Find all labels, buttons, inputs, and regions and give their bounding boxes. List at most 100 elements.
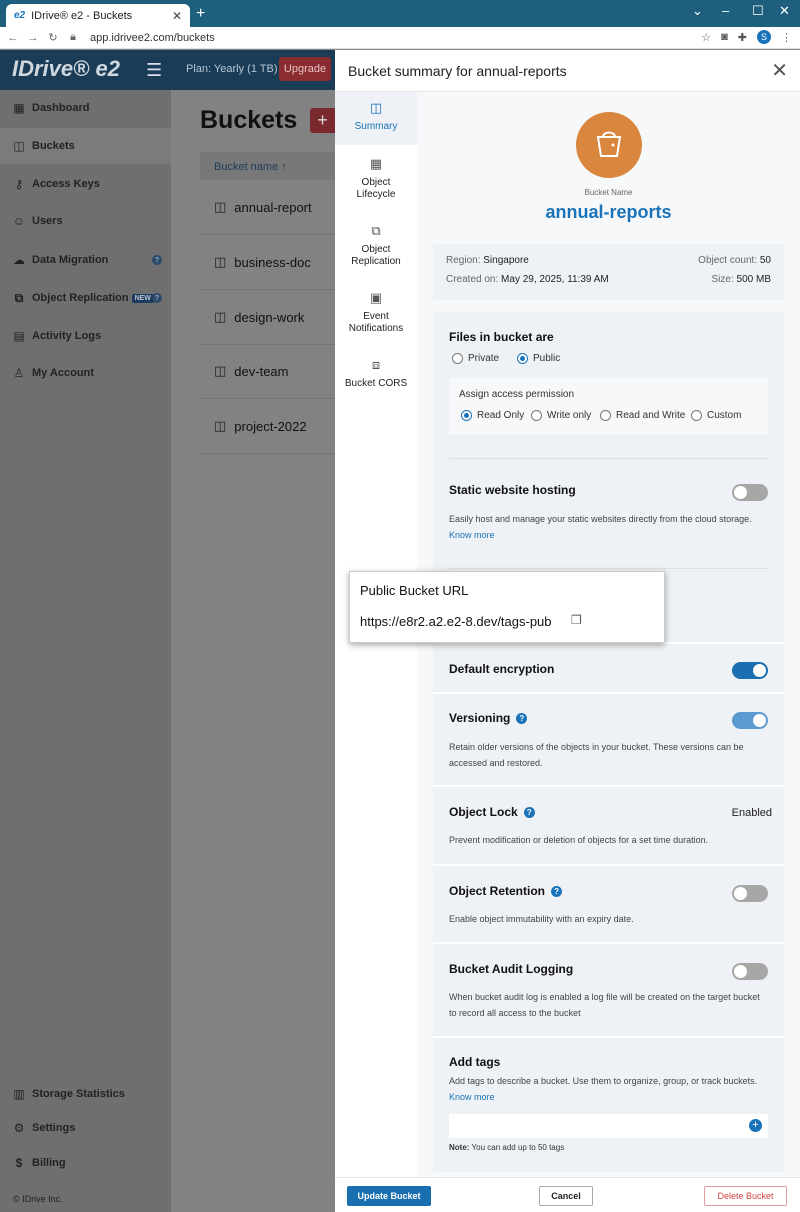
radio-dot	[461, 410, 472, 421]
permission-title: Assign access permission	[459, 389, 575, 400]
public-url-tooltip: Public Bucket URL https://e8r2.a2.e2-8.d…	[349, 571, 665, 643]
copyright: © IDrive Inc.	[13, 1194, 63, 1204]
update-bucket-button[interactable]: Update Bucket	[347, 1186, 431, 1206]
help-icon[interactable]: ?	[516, 713, 528, 724]
add-bucket-button[interactable]: +	[310, 108, 335, 133]
add-tags-desc: Add tags to describe a bucket. Use them …	[449, 1073, 769, 1105]
browser-titlebar: e2 IDrive® e2 - Buckets ✕ + ⌄ – ☐ ✕	[0, 0, 800, 27]
sidebar-item-billing[interactable]: $ Billing	[0, 1145, 171, 1181]
new-tab-icon[interactable]: +	[196, 5, 205, 23]
sort-arrow-icon: ↑	[281, 161, 287, 173]
sidebar-item-object-replication[interactable]: ⧉ Object Replication NEW?	[0, 280, 171, 316]
tab-label: Summary	[354, 121, 398, 132]
add-tag-icon[interactable]: +	[749, 1119, 762, 1132]
maximize-icon[interactable]: ☐	[752, 3, 764, 19]
close-icon[interactable]: ✕	[771, 58, 788, 83]
replication-icon: ⧉	[14, 290, 24, 305]
radio-private[interactable]: Private	[452, 353, 499, 364]
sidebar-item-label: Activity Logs	[32, 330, 102, 342]
divider	[449, 458, 768, 459]
extensions-icon[interactable]: ✚	[738, 31, 747, 44]
sidebar-item-data-migration[interactable]: ☁ Data Migration?	[0, 242, 171, 278]
created-value: May 29, 2025, 11:39 AM	[501, 274, 609, 285]
cloud-icon: ☁	[13, 253, 25, 267]
know-more-link[interactable]: Know more	[449, 530, 495, 540]
tab-label: Object Lifecycle	[356, 177, 396, 200]
sidebar-item-dashboard[interactable]: ▦ Dashboard	[0, 90, 171, 126]
tab-summary[interactable]: ◫ Summary	[335, 92, 417, 145]
public-url[interactable]: https://e8r2.a2.e2-8.dev/tags-pub	[360, 614, 552, 629]
help-icon[interactable]: ?	[152, 293, 162, 303]
sidebar-item-storage-statistics[interactable]: ▥ Storage Statistics	[0, 1076, 171, 1112]
table-row[interactable]: ◫ project-2022	[200, 399, 335, 454]
sidebar-item-settings[interactable]: ⚙ Settings	[0, 1110, 171, 1146]
new-badge: NEW	[131, 293, 154, 303]
window-close-icon[interactable]: ✕	[779, 3, 790, 19]
radio-public[interactable]: Public	[517, 353, 560, 364]
help-icon[interactable]: ?	[551, 886, 563, 897]
radio-custom[interactable]: Custom	[691, 410, 741, 421]
tab-object-replication[interactable]: ⧉ Object Replication	[335, 223, 417, 273]
radio-label: Custom	[707, 410, 742, 421]
cancel-button[interactable]: Cancel	[539, 1186, 593, 1206]
know-more-link[interactable]: Know more	[449, 1092, 495, 1102]
back-icon[interactable]: ←	[6, 32, 20, 44]
url-field[interactable]: app.idrivee2.com/buckets	[90, 32, 215, 44]
object-lock-status: Enabled	[731, 807, 772, 819]
star-icon[interactable]: ☆	[701, 31, 711, 44]
object-lock-title: Object Lock?	[449, 805, 535, 819]
tab-object-lifecycle[interactable]: ▦ Object Lifecycle	[335, 156, 417, 206]
access-permission-box: Assign access permission Read Only Write…	[449, 378, 768, 435]
sidebar-item-label: Users	[32, 215, 63, 227]
tab-bucket-cors[interactable]: ⧈ Bucket CORS	[335, 357, 417, 393]
forward-icon[interactable]: →	[26, 32, 40, 44]
browser-tab[interactable]: e2 IDrive® e2 - Buckets ✕	[6, 4, 190, 27]
radio-read-only[interactable]: Read Only	[461, 410, 524, 421]
help-icon[interactable]: ?	[523, 807, 535, 818]
panel-footer: Update Bucket Cancel Delete Bucket	[335, 1177, 800, 1212]
sidebar-item-label: Storage Statistics	[32, 1088, 125, 1100]
delete-bucket-button[interactable]: Delete Bucket	[704, 1186, 787, 1206]
profile-avatar[interactable]: S	[757, 30, 771, 44]
copy-icon[interactable]: ❐	[571, 613, 582, 627]
static-hosting-toggle[interactable]	[732, 484, 768, 501]
versioning-title: Versioning?	[449, 711, 528, 725]
help-icon[interactable]: ?	[152, 255, 162, 265]
tags-note: Note: You can add up to 50 tags	[449, 1143, 564, 1152]
radio-label: Write only	[547, 410, 592, 421]
upgrade-button[interactable]: Upgrade	[279, 57, 331, 81]
table-row[interactable]: ◫ annual-report	[200, 180, 335, 235]
radio-write-only[interactable]: Write only	[531, 410, 591, 421]
size-info: Size: 500 MB	[712, 274, 771, 285]
encryption-toggle[interactable]	[732, 662, 768, 679]
sidebar-item-users[interactable]: ☺ Users	[0, 203, 171, 239]
radio-label: Read Only	[477, 410, 525, 421]
bucket-name-header[interactable]: Bucket name ↑	[200, 152, 335, 180]
user-icon: ♙	[13, 366, 25, 380]
sidebar-item-access-keys[interactable]: ⚷ Access Keys	[0, 166, 171, 202]
camera-icon[interactable]: ◙	[721, 31, 728, 43]
table-row[interactable]: ◫ design-work	[200, 290, 335, 345]
sidebar-item-buckets[interactable]: ◫ Buckets	[0, 128, 171, 164]
tag-input[interactable]: +	[449, 1114, 768, 1138]
versioning-toggle[interactable]	[732, 712, 768, 729]
lock-icon: 🔒︎	[70, 31, 76, 43]
window-collapse-icon[interactable]: ⌄	[692, 3, 703, 19]
bucket-row-name: business-doc	[234, 254, 311, 270]
tab-event-notifications[interactable]: ▣ Event Notifications	[335, 290, 417, 340]
sidebar-item-my-account[interactable]: ♙ My Account	[0, 355, 171, 391]
retention-toggle[interactable]	[732, 885, 768, 902]
minimize-icon[interactable]: –	[722, 3, 729, 18]
count-value: 50	[759, 255, 771, 266]
tab-close-icon[interactable]: ✕	[172, 9, 182, 23]
sidebar-item-activity-logs[interactable]: ▤ Activity Logs	[0, 318, 171, 354]
audit-logging-toggle[interactable]	[732, 963, 768, 980]
column-header-label: Bucket name	[214, 161, 279, 173]
size-label: Size:	[711, 274, 734, 285]
table-row[interactable]: ◫ business-doc	[200, 235, 335, 290]
table-row[interactable]: ◫ dev-team	[200, 344, 335, 399]
hamburger-icon[interactable]: ☰	[146, 60, 162, 81]
radio-read-and-write[interactable]: Read and Write	[600, 410, 685, 421]
reload-icon[interactable]: ↻	[46, 31, 60, 44]
menu-icon[interactable]: ⋮	[781, 31, 792, 44]
